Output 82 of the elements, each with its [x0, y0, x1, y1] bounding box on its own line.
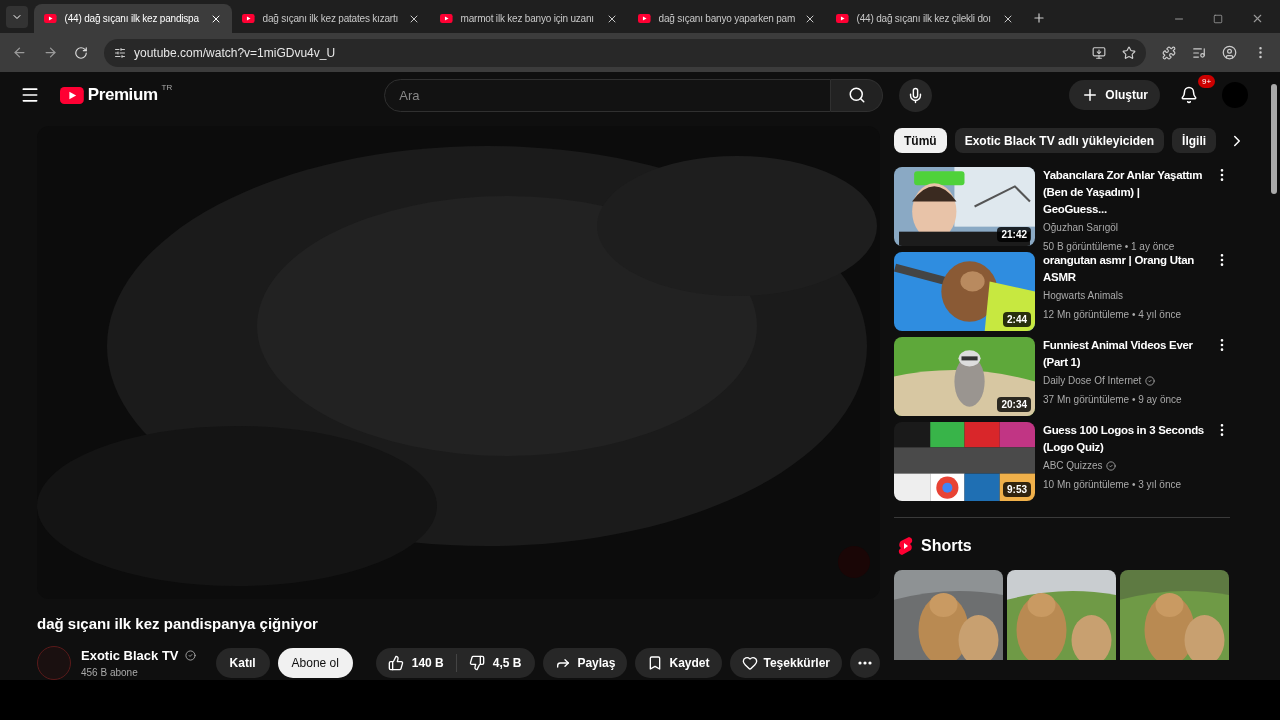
search-field[interactable]: Ara: [384, 78, 832, 112]
video-thumbnail[interactable]: 21:42: [894, 167, 1035, 246]
join-button[interactable]: Katıl: [215, 647, 270, 678]
filter-chip[interactable]: Tümü: [894, 128, 947, 153]
channel-name[interactable]: Exotic Black TV: [81, 645, 179, 665]
video-thumbnail[interactable]: 9:53: [894, 422, 1035, 501]
duration-badge: 20:34: [997, 397, 1031, 412]
new-tab-icon[interactable]: [1032, 11, 1046, 25]
duration-badge: 2:44: [1003, 312, 1031, 327]
share-button[interactable]: Paylaş: [543, 647, 628, 678]
menu-icon[interactable]: [20, 85, 40, 105]
thanks-button[interactable]: Teşekkürler: [729, 647, 842, 678]
dislike-button[interactable]: 4,5 B: [456, 653, 536, 672]
shorts-logo-icon: [898, 537, 913, 555]
video-title: dağ sıçanı ilk kez pandispanya çiğniyor: [37, 614, 319, 634]
browser-tab[interactable]: dağ sıçanı banyo yaparken pam: [628, 4, 826, 33]
video-meta: 50 B görüntüleme • 1 ay önce: [1043, 240, 1176, 254]
install-icon[interactable]: [1092, 45, 1106, 60]
bookmark-star-icon[interactable]: [1122, 45, 1136, 60]
search-icon: [847, 86, 866, 104]
address-bar[interactable]: youtube.com/watch?v=1miGDvu4v_U: [104, 38, 1146, 67]
browser-tab[interactable]: marmot ilk kez banyo için uzanı: [430, 4, 628, 33]
heart-icon: [741, 654, 758, 671]
video-title[interactable]: orangutan asmr | Orang Utan ASMR: [1043, 252, 1206, 286]
youtube-logo-icon: [60, 86, 84, 104]
thumbs-up-icon: [387, 654, 404, 671]
video-meta: 10 Mn görüntüleme • 3 yıl önce: [1043, 478, 1183, 492]
notification-count: 9+: [1198, 75, 1216, 88]
tab-title: dağ sıçanı banyo yaparken pam: [658, 12, 796, 26]
browser-tab[interactable]: dağ sıçanı ilk kez patates kızartı: [232, 4, 430, 33]
video-meta: 37 Mn görüntüleme • 9 ay önce: [1043, 393, 1183, 407]
forward-icon[interactable]: [43, 45, 58, 60]
channel-name[interactable]: Daily Dose Of Internet: [1043, 373, 1142, 388]
back-icon[interactable]: [12, 45, 27, 60]
like-button[interactable]: 140 B: [375, 653, 457, 672]
site-info-icon[interactable]: [114, 46, 126, 59]
channel-name[interactable]: Oğuzhan Sarıgöl: [1043, 220, 1119, 235]
search-button[interactable]: [831, 78, 884, 112]
save-button[interactable]: Kaydet: [635, 647, 722, 678]
video-title[interactable]: Yabancılara Zor Anlar Yaşattım (Ben de Yaşadım) | GeoGuess...: [1043, 167, 1206, 218]
more-button[interactable]: [850, 647, 880, 678]
video-title[interactable]: Guess 100 Logos in 3 Seconds (Logo Quiz): [1043, 422, 1206, 456]
tab-search-button[interactable]: [6, 6, 28, 28]
more-icon: [858, 660, 872, 665]
voice-search-button[interactable]: [899, 78, 933, 112]
notifications-button[interactable]: [1180, 86, 1198, 104]
filter-chip[interactable]: İlgili: [1172, 128, 1217, 153]
video-thumbnail[interactable]: 20:34: [894, 337, 1035, 416]
video-thumbnail[interactable]: 2:44: [894, 252, 1035, 331]
url-text: youtube.com/watch?v=1miGDvu4v_U: [134, 44, 336, 62]
subscribe-button[interactable]: Abone ol: [277, 647, 353, 678]
browser-tab[interactable]: (44) dağ sıçanı ilk kez pandispa: [34, 4, 232, 33]
channel-name[interactable]: Hogwarts Animals: [1043, 288, 1124, 303]
duration-badge: 9:53: [1003, 482, 1031, 497]
tab-title: dağ sıçanı ilk kez patates kızartı: [262, 12, 400, 26]
tab-title: (44) dağ sıçanı ilk kez pandispa: [64, 12, 200, 26]
youtube-logo-icon: [638, 14, 651, 23]
close-icon[interactable]: [1251, 12, 1264, 25]
youtube-logo[interactable]: Premium: [60, 82, 158, 108]
media-icon[interactable]: [1192, 45, 1206, 60]
country-code: TR: [161, 82, 173, 94]
video-title[interactable]: Funniest Animal Videos Ever (Part 1): [1043, 337, 1206, 371]
youtube-logo-icon: [836, 14, 849, 23]
bell-icon: [1180, 86, 1198, 104]
filter-chip[interactable]: Exotic Black TV adlı yükleyiciden: [954, 128, 1165, 153]
section-title: Shorts: [921, 536, 972, 556]
channel-name[interactable]: ABC Quizzes: [1043, 458, 1103, 473]
tab-title: marmot ilk kez banyo için uzanı: [460, 12, 595, 26]
maximize-icon[interactable]: [1213, 13, 1223, 24]
video-meta: 12 Mn görüntüleme • 4 yıl önce: [1043, 308, 1183, 322]
duration-badge: 21:42: [997, 227, 1031, 242]
browser-tab[interactable]: (44) dağ sıçanı ilk kez çilekli doı: [826, 4, 1024, 33]
youtube-logo-icon: [242, 14, 255, 23]
tab-title: (44) dağ sıçanı ilk kez çilekli doı: [856, 12, 992, 26]
extensions-icon[interactable]: [1162, 45, 1176, 60]
youtube-logo-icon: [44, 14, 57, 23]
youtube-logo-icon: [440, 14, 453, 23]
reload-icon[interactable]: [74, 45, 88, 60]
create-button[interactable]: Oluştur: [1069, 80, 1160, 110]
subscriber-count: 456 B abone: [81, 666, 139, 680]
profile-icon[interactable]: [1222, 45, 1237, 60]
thumbs-down-icon: [468, 654, 485, 671]
